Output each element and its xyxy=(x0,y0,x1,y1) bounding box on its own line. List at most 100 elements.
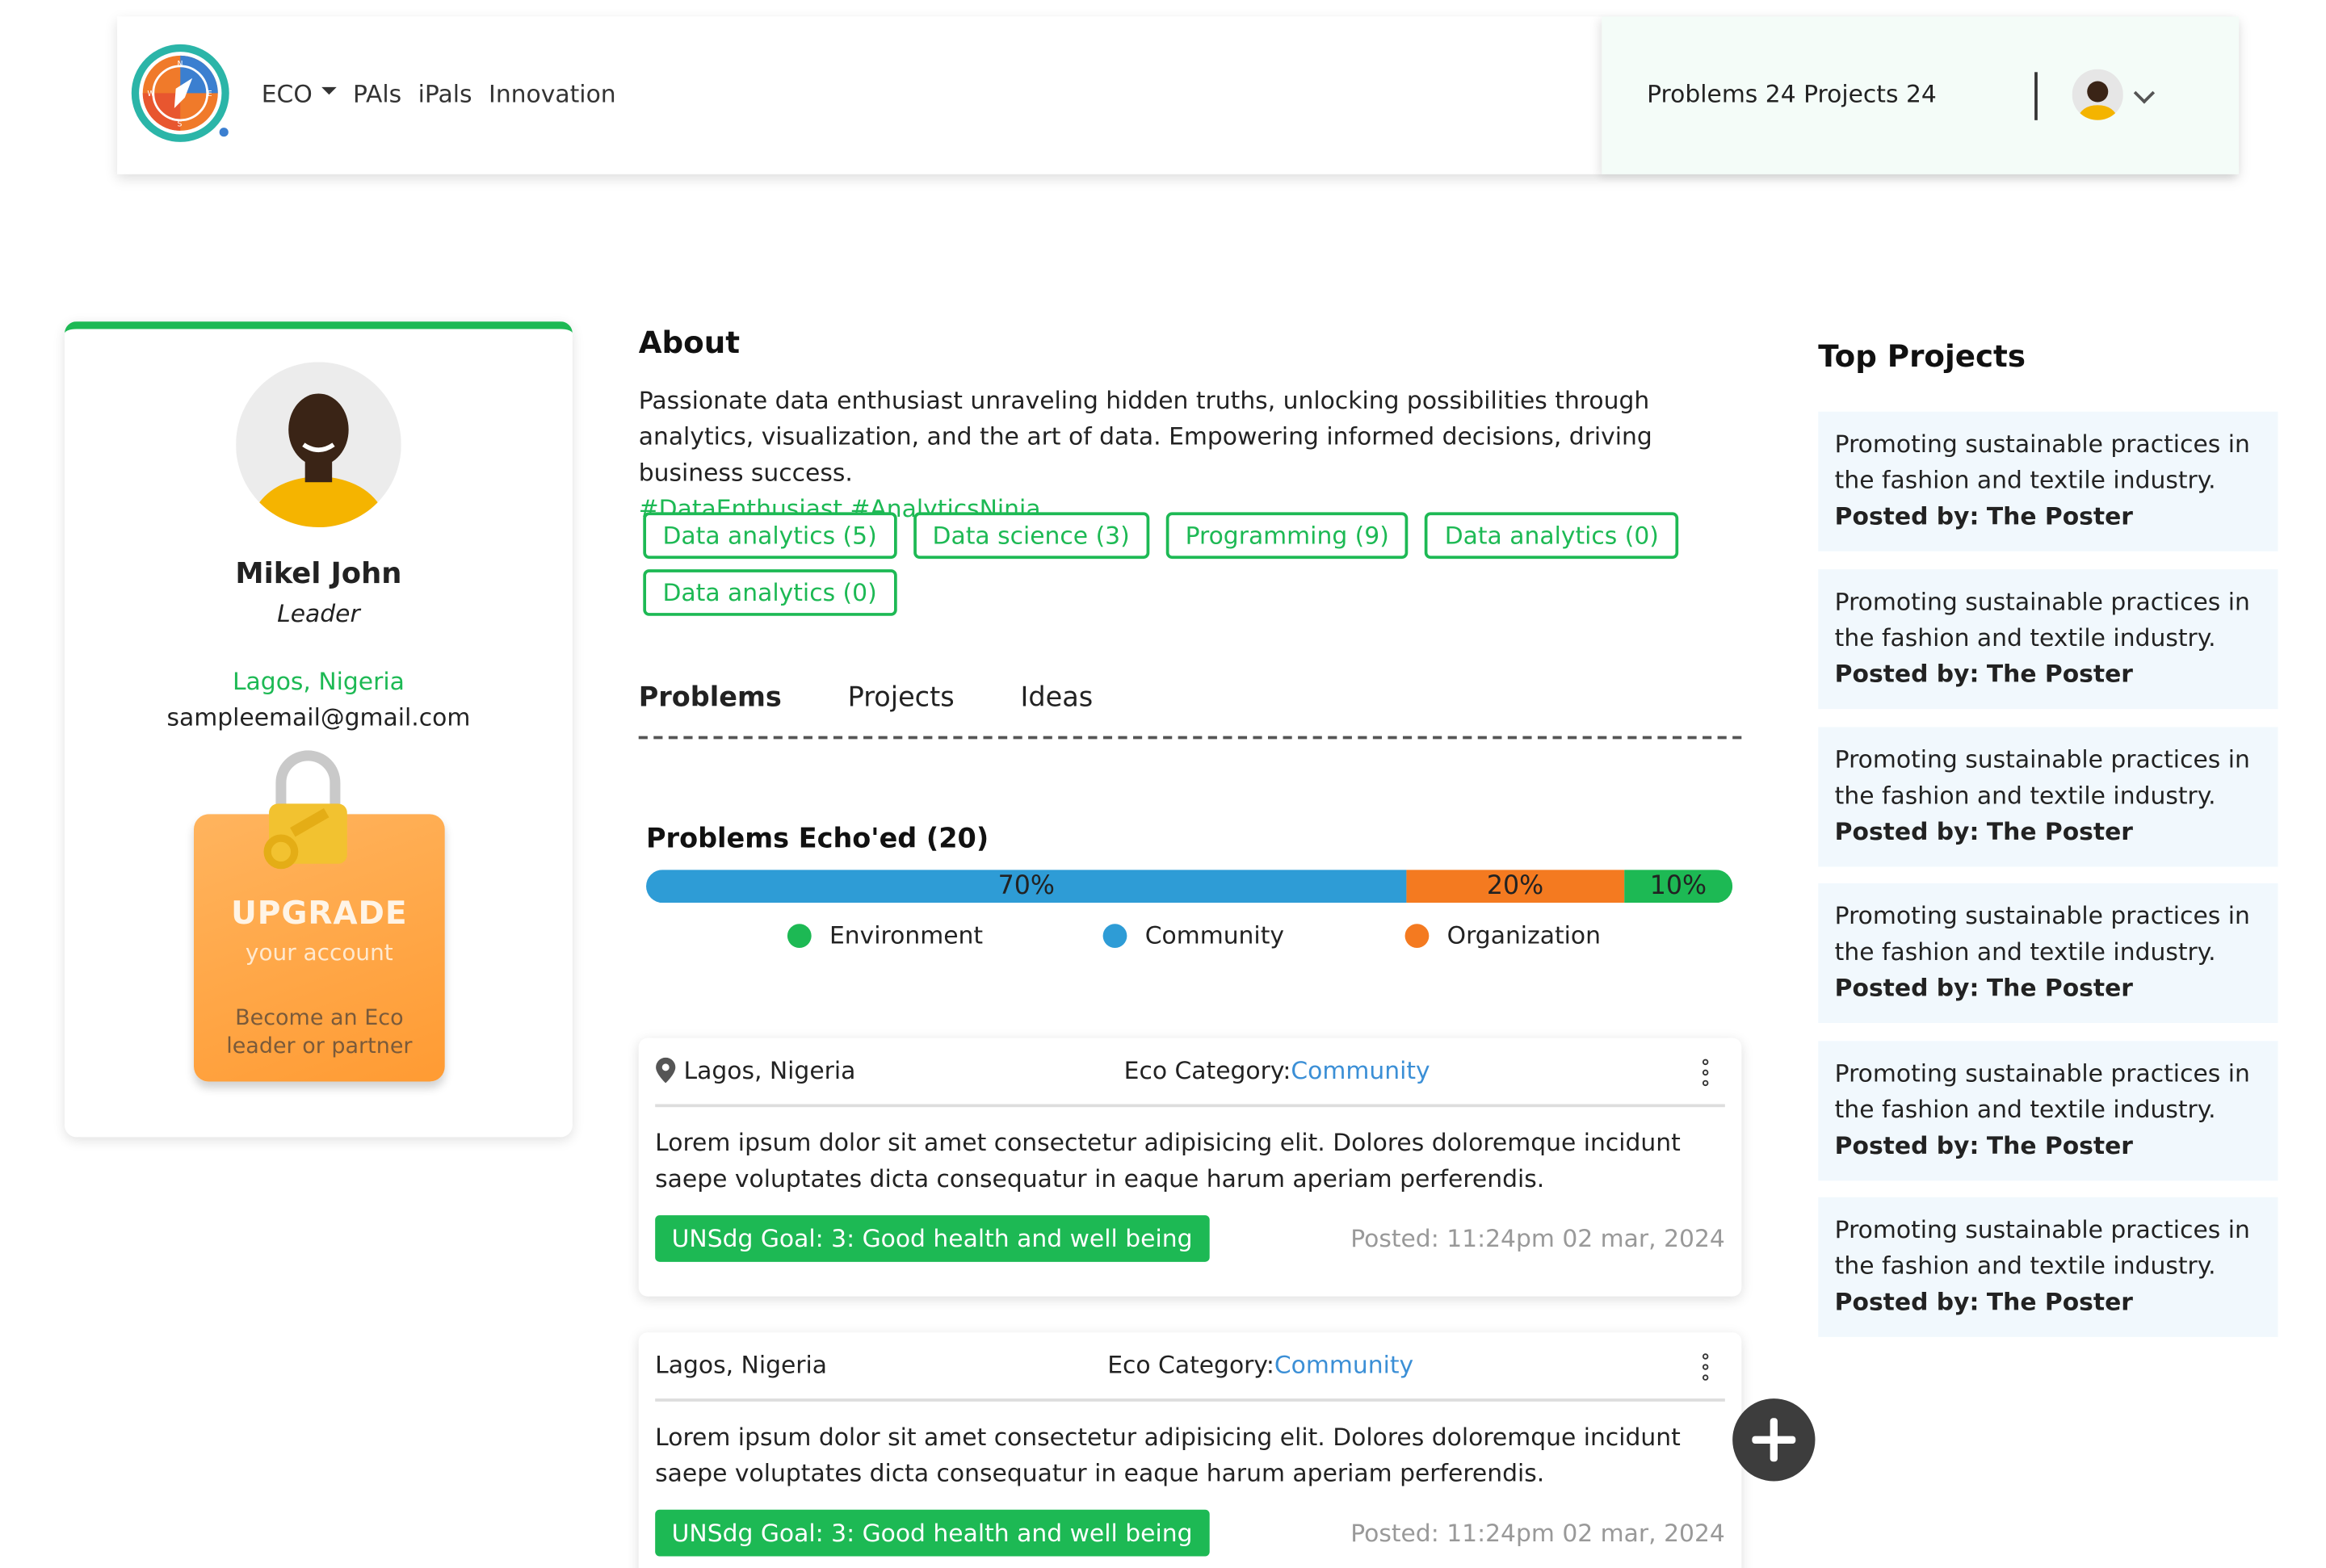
about-bio: Passionate data enthusiast unraveling hi… xyxy=(638,386,1652,487)
problem-card-header: Lagos, Nigeria Eco Category:Community xyxy=(655,1056,1725,1108)
top-project-item[interactable]: Promoting sustainable practices in the f… xyxy=(1818,569,2278,710)
chevron-down-icon[interactable] xyxy=(2133,82,2156,104)
top-navbar: N E S W ECO PAls iPals Innovation Proble… xyxy=(117,16,2240,174)
category-value[interactable]: Community xyxy=(1291,1056,1430,1084)
problem-description: Lorem ipsum dolor sit amet consectetur a… xyxy=(655,1422,1681,1487)
top-project-poster: Posted by: The Poster xyxy=(1834,501,2133,530)
skill-tags: Data analytics (5) Data science (3) Prog… xyxy=(643,512,1740,616)
top-project-item[interactable]: Promoting sustainable practices in the f… xyxy=(1818,883,2278,1024)
top-projects-heading: Top Projects xyxy=(1818,337,2026,375)
tabs-divider xyxy=(638,736,1742,740)
legend-label: Organization xyxy=(1446,920,1601,950)
profile-role: Leader xyxy=(277,599,360,628)
skill-tag[interactable]: Data analytics (5) xyxy=(643,512,896,560)
compass-logo-icon[interactable]: N E S W xyxy=(129,42,232,145)
profile-photo xyxy=(236,362,401,528)
main-nav: ECO PAls iPals Innovation xyxy=(262,80,616,108)
tab-projects[interactable]: Projects xyxy=(848,682,955,714)
category-label: Eco Category: xyxy=(1107,1350,1274,1379)
skill-tag[interactable]: Data science (3) xyxy=(913,512,1149,560)
svg-text:E: E xyxy=(208,90,212,99)
nav-pals[interactable]: PAls xyxy=(353,80,401,108)
problem-location: Lagos, Nigeria xyxy=(655,1056,855,1084)
divider xyxy=(2034,72,2038,120)
caret-down-icon xyxy=(321,86,337,95)
top-project-poster: Posted by: The Poster xyxy=(1834,973,2133,1002)
top-project-item[interactable]: Promoting sustainable practices in the f… xyxy=(1818,411,2278,551)
skill-tag[interactable]: Data analytics (0) xyxy=(1425,512,1679,560)
legend-dot xyxy=(1102,923,1127,948)
problem-card[interactable]: Lagos, Nigeria Eco Category:Community Lo… xyxy=(638,1332,1742,1568)
profile-card: Mikel John Leader Lagos, Nigeria samplee… xyxy=(65,321,573,1138)
problem-location: Lagos, Nigeria xyxy=(655,1351,827,1379)
svg-text:N: N xyxy=(178,60,183,69)
padlock-key-icon xyxy=(263,750,347,870)
top-project-text: Promoting sustainable practices in the f… xyxy=(1834,587,2250,652)
nav-innovation[interactable]: Innovation xyxy=(489,80,616,108)
upgrade-title: UPGRADE xyxy=(231,895,408,932)
user-stats-panel: Problems 24 Projects 24 xyxy=(1602,16,2240,174)
top-project-text: Promoting sustainable practices in the f… xyxy=(1834,1059,2250,1124)
skill-tag[interactable]: Data analytics (0) xyxy=(643,569,896,616)
top-project-item[interactable]: Promoting sustainable practices in the f… xyxy=(1818,1197,2278,1337)
profile-location: Lagos, Nigeria xyxy=(232,667,405,696)
problems-echoed-legend: Environment Community Organization xyxy=(787,920,1601,950)
problems-echoed-title: Problems Echo'ed (20) xyxy=(646,823,989,855)
top-project-text: Promoting sustainable practices in the f… xyxy=(1834,430,2250,495)
top-project-item[interactable]: Promoting sustainable practices in the f… xyxy=(1818,1041,2278,1181)
skill-tag[interactable]: Programming (9) xyxy=(1165,512,1409,560)
bar-segment-environment: 10% xyxy=(1623,870,1733,903)
problem-category: Eco Category:Community xyxy=(1107,1351,1413,1379)
nav-eco[interactable]: ECO xyxy=(262,80,337,108)
nav-ipals[interactable]: iPals xyxy=(418,80,472,108)
about-heading: About xyxy=(638,324,741,361)
top-project-poster: Posted by: The Poster xyxy=(1834,659,2133,689)
posted-timestamp: Posted: 11:24pm 02 mar, 2024 xyxy=(1350,1518,1725,1548)
top-project-text: Promoting sustainable practices in the f… xyxy=(1834,744,2250,810)
category-value[interactable]: Community xyxy=(1274,1351,1413,1379)
profile-email: sampleemail@gmail.com xyxy=(166,702,471,732)
legend-label: Environment xyxy=(829,920,984,950)
legend-dot xyxy=(787,923,812,948)
problem-description: Lorem ipsum dolor sit amet consectetur a… xyxy=(655,1128,1681,1193)
upgrade-account-card[interactable]: UPGRADE your account Become an Eco leade… xyxy=(194,750,445,1082)
top-project-poster: Posted by: The Poster xyxy=(1834,1130,2133,1160)
avatar-image xyxy=(2072,69,2123,120)
problem-location-text: Lagos, Nigeria xyxy=(683,1055,856,1085)
top-project-poster: Posted by: The Poster xyxy=(1834,1287,2133,1316)
sdg-goal-badge[interactable]: UNSdg Goal: 3: Good health and well bein… xyxy=(655,1215,1209,1262)
problems-projects-count: Problems 24 Projects 24 xyxy=(1647,79,1937,108)
problem-card[interactable]: Lagos, Nigeria Eco Category:Community Lo… xyxy=(638,1038,1742,1297)
top-project-item[interactable]: Promoting sustainable practices in the f… xyxy=(1818,727,2278,867)
top-project-poster: Posted by: The Poster xyxy=(1834,817,2133,846)
nav-eco-label: ECO xyxy=(261,79,313,108)
tab-ideas[interactable]: Ideas xyxy=(1021,682,1094,714)
category-label: Eco Category: xyxy=(1123,1055,1291,1085)
legend-item-community: Community xyxy=(1102,920,1405,950)
add-button-plus-icon[interactable] xyxy=(1732,1398,1816,1482)
user-avatar[interactable] xyxy=(2072,69,2123,120)
problems-echoed-bar: 70% 20% 10% xyxy=(646,870,1733,903)
problem-card-header: Lagos, Nigeria Eco Category:Community xyxy=(655,1351,1725,1402)
more-options-icon[interactable] xyxy=(1698,1059,1713,1087)
profile-name: Mikel John xyxy=(235,557,402,591)
legend-dot xyxy=(1404,923,1430,948)
problem-location-text: Lagos, Nigeria xyxy=(655,1350,828,1379)
content-tabs: Problems Projects Ideas xyxy=(639,682,1094,714)
more-options-icon[interactable] xyxy=(1698,1353,1713,1381)
profile-avatar xyxy=(236,362,401,528)
sdg-goal-badge[interactable]: UNSdg Goal: 3: Good health and well bein… xyxy=(655,1509,1209,1557)
problem-category: Eco Category:Community xyxy=(1124,1056,1430,1084)
location-pin-icon xyxy=(656,1057,676,1084)
legend-item-organization: Organization xyxy=(1404,920,1601,950)
upgrade-description: Become an Eco leader or partner xyxy=(226,1006,413,1059)
top-project-text: Promoting sustainable practices in the f… xyxy=(1834,901,2250,966)
about-text: Passionate data enthusiast unraveling hi… xyxy=(639,383,1751,527)
bar-segment-organization: 20% xyxy=(1406,870,1624,903)
tab-problems[interactable]: Problems xyxy=(639,682,782,714)
svg-text:S: S xyxy=(178,119,183,128)
bar-segment-community: 70% xyxy=(646,870,1407,903)
top-project-text: Promoting sustainable practices in the f… xyxy=(1834,1215,2250,1281)
upgrade-subtitle: your account xyxy=(245,938,393,966)
legend-label: Community xyxy=(1144,920,1285,950)
